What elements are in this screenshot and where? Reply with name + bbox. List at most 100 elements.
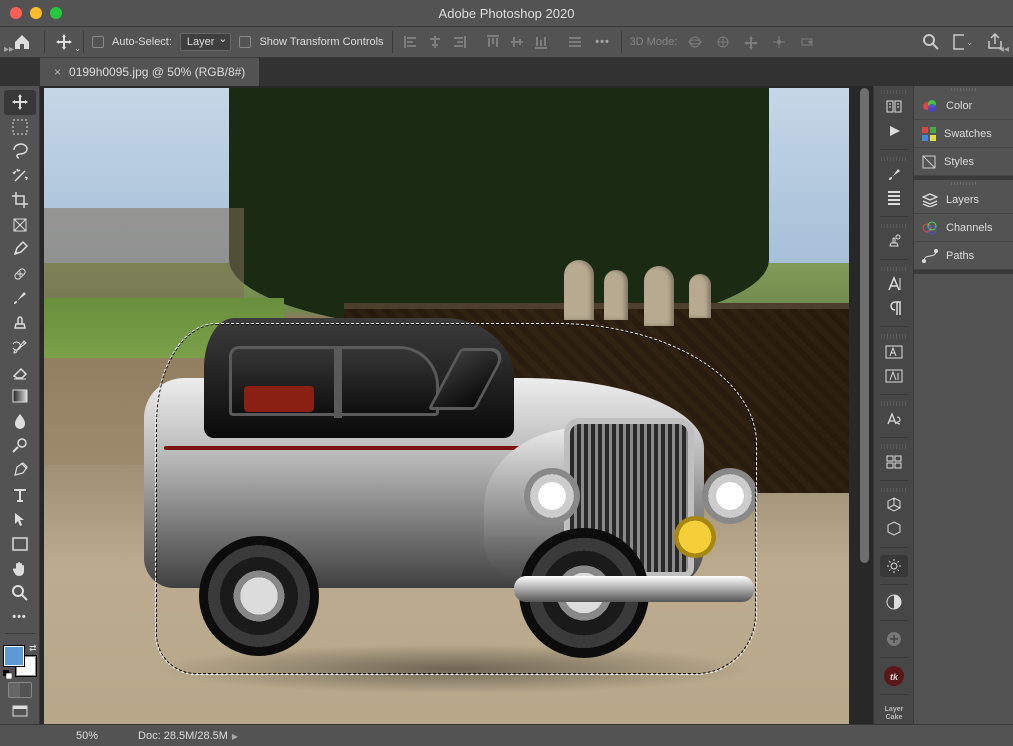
channels-icon	[922, 221, 938, 235]
marquee-tool[interactable]	[4, 115, 36, 140]
3d-rotate-button[interactable]	[713, 32, 733, 52]
default-colors-icon[interactable]	[3, 670, 12, 679]
overflow-button[interactable]: •••	[593, 32, 613, 52]
options-bar: ⌄ Auto-Select: Layer Show Transform Cont…	[0, 26, 1013, 58]
paths-panel-label: Paths	[946, 250, 974, 262]
channels-panel[interactable]: Channels	[914, 214, 1013, 242]
pen-tool[interactable]	[4, 458, 36, 483]
swatches-panel[interactable]: Swatches	[914, 120, 1013, 148]
libraries-panel-icon[interactable]	[880, 451, 908, 473]
status-menu-arrow[interactable]: ▶	[232, 732, 238, 741]
type-tool[interactable]	[4, 482, 36, 507]
materials-panel-icon[interactable]	[880, 518, 908, 540]
info-panel-icon[interactable]	[880, 628, 908, 650]
close-tab-icon[interactable]: ×	[54, 65, 61, 79]
canvas-area[interactable]	[40, 86, 873, 724]
auto-select-target-select[interactable]: Layer	[180, 33, 232, 51]
svg-text:tk: tk	[889, 672, 898, 682]
glyphs-panel-icon[interactable]	[880, 408, 908, 430]
styles-panel-label: Styles	[944, 156, 974, 168]
search-button[interactable]	[921, 32, 941, 52]
zoom-level[interactable]: 50%	[76, 730, 98, 742]
collapse-right-icon[interactable]: ◂◂	[999, 44, 1009, 55]
show-transform-checkbox[interactable]	[239, 36, 251, 48]
magic-wand-tool[interactable]	[4, 164, 36, 189]
paragraph-styles-panel-icon[interactable]	[880, 365, 908, 387]
brushes-panel-icon[interactable]	[880, 187, 908, 209]
layer-cake-plugin-icon[interactable]: LayerCake	[880, 702, 908, 724]
window-minimize-button[interactable]	[30, 7, 42, 19]
properties-panel-icon[interactable]	[880, 555, 908, 577]
workspace-button[interactable]: ⌄	[953, 32, 973, 52]
frame-tool[interactable]	[4, 213, 36, 238]
align-left-button[interactable]	[401, 32, 421, 52]
edit-toolbar-button[interactable]: •••	[4, 605, 36, 630]
move-tool-indicator[interactable]: ⌄	[53, 31, 75, 53]
3d-orbit-button[interactable]	[685, 32, 705, 52]
foreground-color[interactable]	[4, 646, 24, 666]
layers-icon	[922, 193, 938, 207]
clone-stamp-tool[interactable]	[4, 311, 36, 336]
tk-plugin-icon[interactable]: tk	[880, 665, 908, 687]
paragraph-panel-icon[interactable]	[880, 297, 908, 319]
layers-panel[interactable]: Layers	[914, 186, 1013, 214]
lasso-tool[interactable]	[4, 139, 36, 164]
distribute-button[interactable]	[565, 32, 585, 52]
align-bottom-button[interactable]	[531, 32, 551, 52]
document-tab[interactable]: × 0199h0095.jpg @ 50% (RGB/8#)	[40, 58, 259, 86]
3d-slide-button[interactable]	[769, 32, 789, 52]
styles-panel[interactable]: Styles	[914, 148, 1013, 176]
window-zoom-button[interactable]	[50, 7, 62, 19]
doc-size[interactable]: Doc: 28.5M/28.5M	[138, 730, 228, 742]
history-panel-icon[interactable]	[880, 96, 908, 118]
align-right-button[interactable]	[449, 32, 469, 52]
blur-tool[interactable]	[4, 409, 36, 434]
paths-panel[interactable]: Paths	[914, 242, 1013, 270]
eraser-tool[interactable]	[4, 360, 36, 385]
gradient-tool[interactable]	[4, 384, 36, 409]
3d-scale-button[interactable]	[797, 32, 817, 52]
color-panel-label: Color	[946, 100, 972, 112]
align-vcenter-button[interactable]	[507, 32, 527, 52]
healing-brush-tool[interactable]	[4, 262, 36, 287]
align-hcenter-button[interactable]	[425, 32, 445, 52]
eyedropper-tool[interactable]	[4, 237, 36, 262]
brush-settings-panel-icon[interactable]	[880, 163, 908, 185]
actions-panel-icon[interactable]	[880, 120, 908, 142]
screen-mode-button[interactable]	[4, 700, 36, 725]
layers-panel-label: Layers	[946, 194, 979, 206]
auto-select-checkbox[interactable]	[92, 36, 104, 48]
swatches-icon	[922, 127, 936, 141]
dock-scrollbar[interactable]	[859, 86, 871, 724]
character-styles-panel-icon[interactable]	[880, 341, 908, 363]
3d-panel-icon[interactable]	[880, 494, 908, 516]
swap-colors-icon[interactable]: ⇄	[29, 643, 37, 654]
brush-tool[interactable]	[4, 286, 36, 311]
history-brush-tool[interactable]	[4, 335, 36, 360]
character-panel-icon[interactable]	[880, 273, 908, 295]
document-canvas[interactable]	[44, 88, 849, 724]
window-close-button[interactable]	[10, 7, 22, 19]
color-swatches[interactable]: ⇄	[4, 646, 36, 676]
zoom-tool[interactable]	[4, 580, 36, 605]
3d-pan-button[interactable]	[741, 32, 761, 52]
app-title: Adobe Photoshop 2020	[439, 6, 575, 21]
toolbox: ••• ⇄	[0, 86, 40, 724]
move-tool[interactable]	[4, 90, 36, 115]
quick-mask-toggle[interactable]	[8, 682, 32, 697]
divider	[44, 31, 45, 53]
dodge-tool[interactable]	[4, 433, 36, 458]
svg-text:Layer: Layer	[884, 706, 903, 713]
adjustments-panel-icon[interactable]	[880, 591, 908, 613]
collapse-left-icon[interactable]: ▸▸	[4, 44, 14, 55]
panels-column: Color Swatches Styles Layers Channels Pa…	[913, 86, 1013, 724]
divider	[392, 31, 393, 53]
crop-tool[interactable]	[4, 188, 36, 213]
hand-tool[interactable]	[4, 556, 36, 581]
clone-source-panel-icon[interactable]	[880, 230, 908, 252]
align-top-button[interactable]	[483, 32, 503, 52]
3d-mode-label: 3D Mode:	[630, 36, 678, 48]
shape-tool[interactable]	[4, 531, 36, 556]
path-selection-tool[interactable]	[4, 507, 36, 532]
color-panel[interactable]: Color	[914, 92, 1013, 120]
